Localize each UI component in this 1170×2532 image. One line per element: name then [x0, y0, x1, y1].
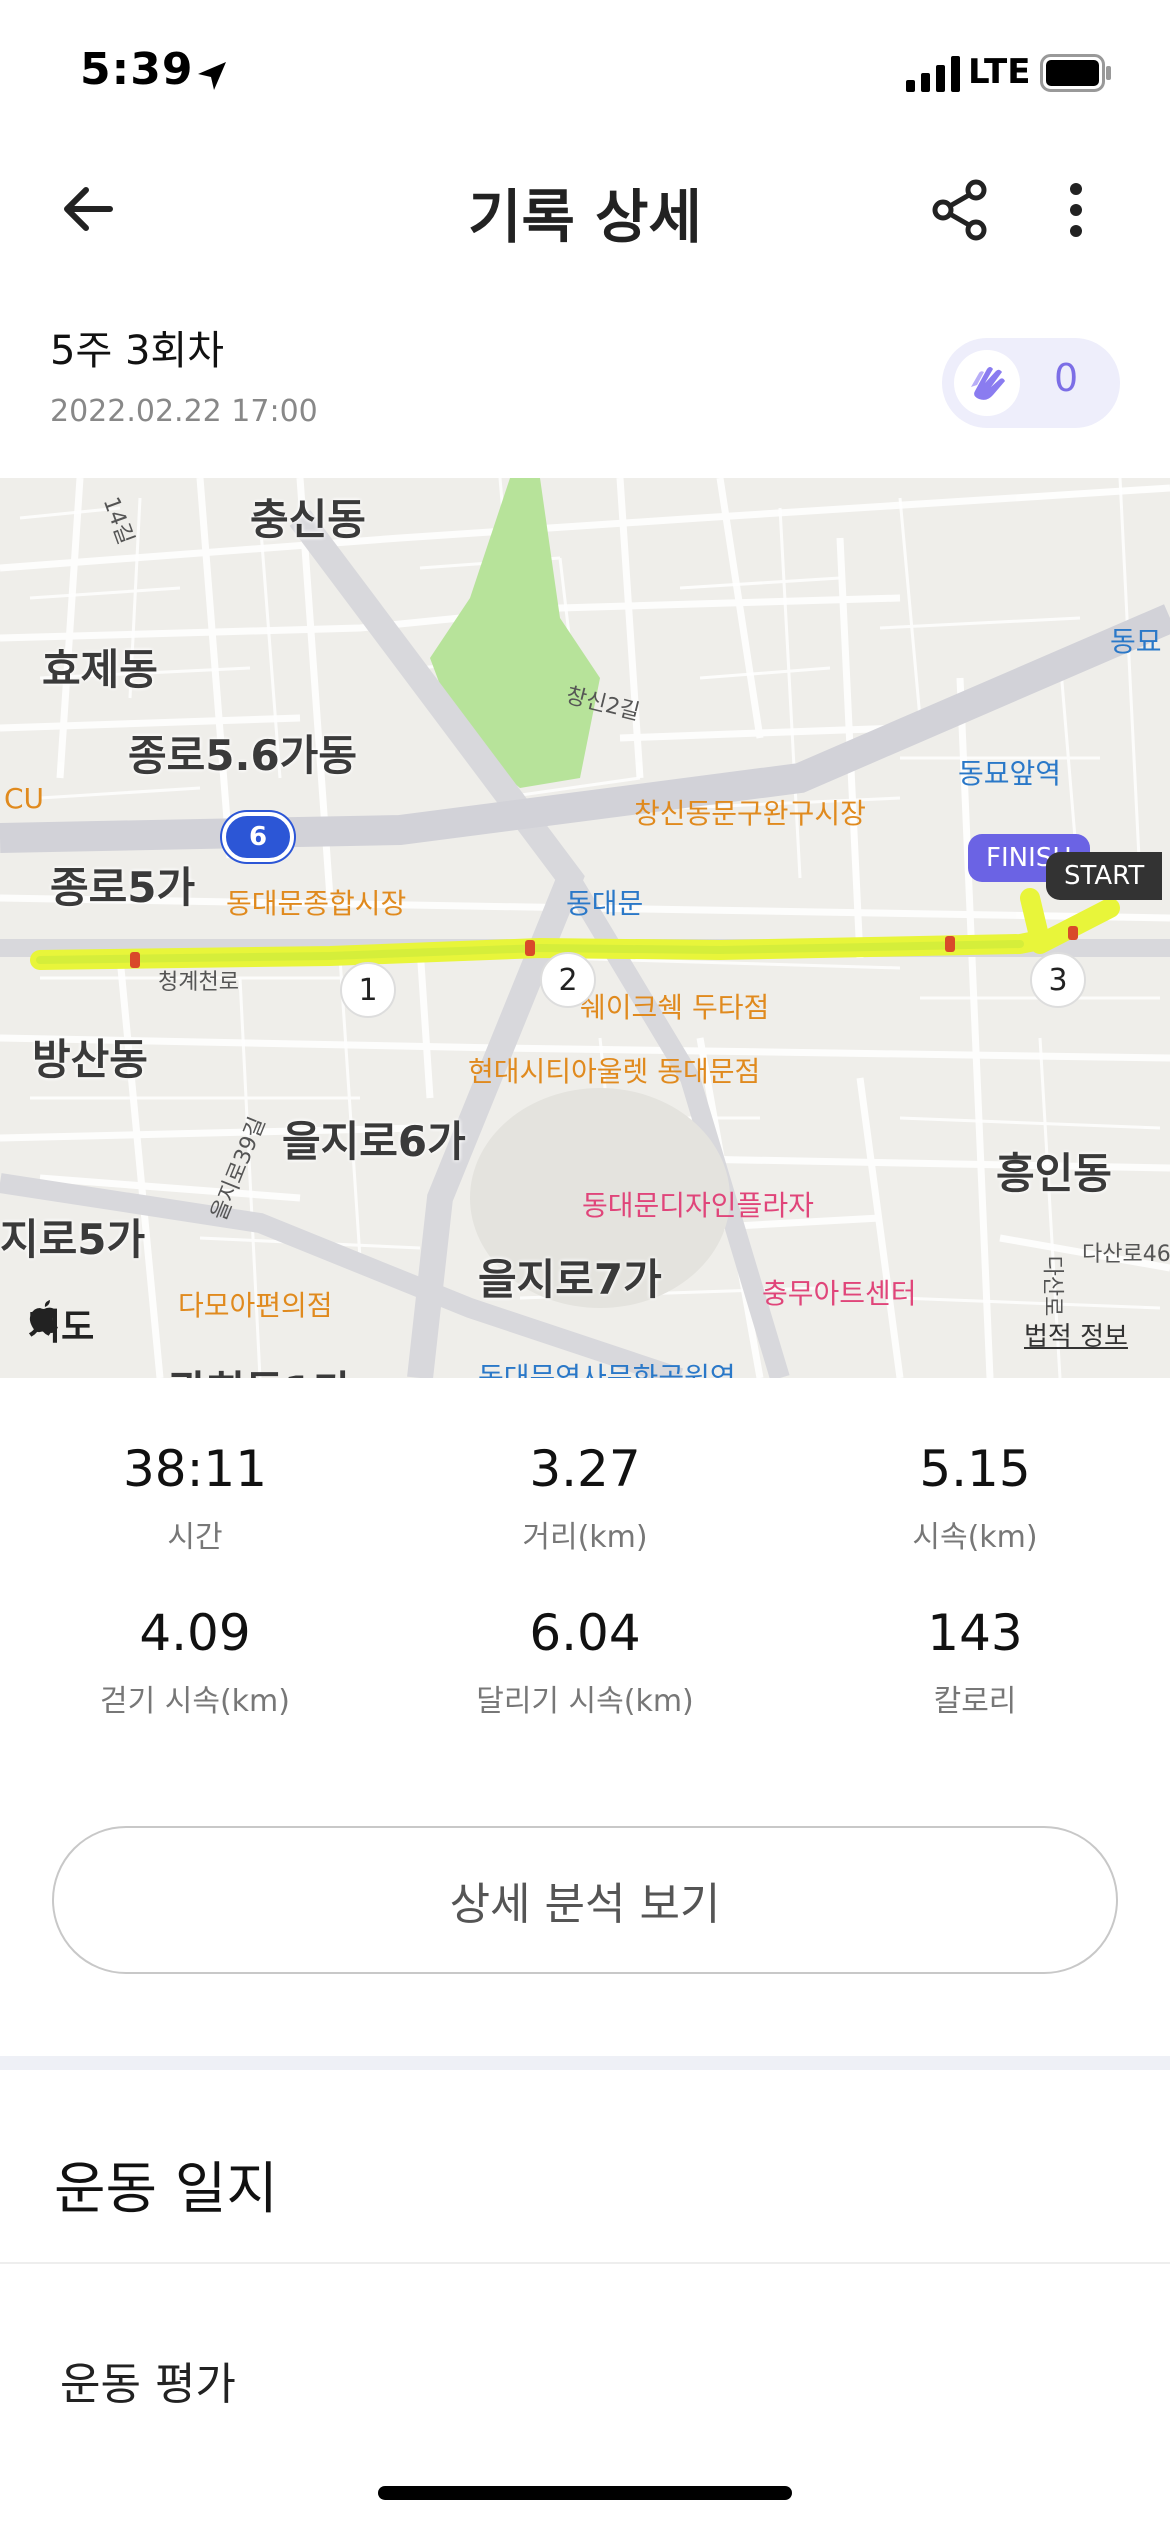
start-tag: START	[1046, 852, 1163, 900]
lap-marker-3[interactable]: 3	[1030, 952, 1086, 1008]
more-options-button[interactable]	[1046, 172, 1106, 248]
map-label-euljiro7: 을지로7가	[478, 1255, 662, 1304]
map-poi-dongmyo-edge: 동묘	[1110, 625, 1162, 658]
clap-count: 0	[1054, 356, 1079, 400]
map-poi-cu: CU	[4, 782, 45, 815]
stat-calories: 143 칼로리	[780, 1604, 1170, 1720]
stat-distance: 3.27 거리(km)	[390, 1440, 780, 1556]
map-poi-market: 동대문종합시장	[226, 887, 407, 920]
map-label-jiro5: 지로5가	[0, 1215, 146, 1264]
section-divider	[0, 2056, 1170, 2070]
map-poi-history-park: 동대문역사문화공원역	[478, 1361, 736, 1378]
map-background	[0, 478, 1170, 1378]
stat-label: 걷기 시속(km)	[100, 1684, 290, 1719]
home-indicator[interactable]	[378, 2486, 792, 2500]
legal-link[interactable]: 법적 정보	[1024, 1316, 1128, 1353]
stat-value: 3.27	[529, 1440, 641, 1498]
stat-run-speed: 6.04 달리기 시속(km)	[390, 1604, 780, 1720]
workout-evaluation-title: 운동 평가	[60, 2359, 236, 2410]
clap-icon-wrapper	[954, 350, 1020, 416]
maps-logo: 지도	[28, 1298, 94, 1350]
map-poi-damoa: 다모아편의점	[178, 1289, 333, 1322]
share-icon	[932, 179, 987, 241]
map-label-euljiro6: 을지로6가	[282, 1117, 466, 1166]
stat-label: 거리(km)	[522, 1520, 648, 1555]
top-app-bar: 기록 상세	[0, 150, 1170, 270]
map-poi-shakeshack: 쉐이크쉑 두타점	[580, 991, 770, 1024]
clap-hands-icon	[971, 367, 1005, 400]
status-bar: 5:39 LTE	[0, 0, 1170, 150]
map-road-cheonggye: 청계천로	[158, 970, 239, 995]
map-label-jongno5: 종로5가	[50, 863, 196, 912]
subway-line-6-badge: 6	[222, 812, 294, 862]
battery-icon	[1040, 54, 1111, 92]
stat-label: 달리기 시속(km)	[476, 1684, 694, 1719]
subway-line-number: 6	[248, 822, 268, 852]
route-map[interactable]: 충신동 효제동 종로5.6가동 종로5가 방산동 을지로6가 을지로7가 지로5…	[0, 478, 1170, 1378]
share-button[interactable]	[922, 172, 998, 248]
map-poi-hyundai: 현대시티아울렛 동대문점	[468, 1055, 761, 1088]
stat-value: 5.15	[919, 1440, 1031, 1498]
apple-logo-icon	[29, 1300, 58, 1333]
stat-label: 시속(km)	[912, 1520, 1038, 1555]
map-poi-changsin-market: 창신동문구완구시장	[634, 797, 866, 830]
map-poi-chungmu: 충무아트센터	[762, 1277, 917, 1310]
lap-marker-label: 3	[1048, 962, 1068, 998]
stat-value: 4.09	[139, 1604, 251, 1662]
session-date: 2022.02.22 17:00	[50, 394, 318, 429]
stat-walk-speed: 4.09 걷기 시속(km)	[0, 1604, 390, 1720]
lap-marker-1[interactable]: 1	[340, 962, 396, 1018]
more-vertical-icon	[1070, 183, 1082, 237]
map-label-hyoje: 효제동	[42, 645, 158, 694]
stat-label: 칼로리	[933, 1684, 1017, 1719]
divider	[0, 2262, 1170, 2264]
status-time: 5:39	[80, 44, 194, 95]
map-label-chungsin: 충신동	[250, 495, 366, 544]
journal-title: 운동 일지	[54, 2157, 278, 2222]
location-arrow-icon	[198, 62, 226, 90]
map-label-bangsan: 방산동	[32, 1035, 148, 1084]
map-label-bottom: 광희동1가	[168, 1358, 352, 1378]
map-road-dasanro46: 다산로46	[1082, 1242, 1170, 1267]
lap-marker-label: 2	[558, 962, 578, 998]
stat-value: 143	[927, 1604, 1023, 1662]
session-title: 5주 3회차	[50, 328, 225, 374]
stat-value: 38:11	[122, 1440, 268, 1498]
lap-marker-label: 1	[358, 972, 378, 1008]
stat-speed: 5.15 시속(km)	[780, 1440, 1170, 1556]
stat-label: 시간	[167, 1520, 223, 1555]
map-label-heungin: 흥인동	[996, 1149, 1112, 1198]
cellular-signal-icon	[906, 56, 960, 92]
lap-marker-2[interactable]: 2	[540, 952, 596, 1008]
stat-time: 38:11 시간	[0, 1440, 390, 1556]
map-poi-dongmyo: 동묘앞역	[958, 757, 1062, 790]
map-road-dasanro: 다산로	[1039, 1255, 1065, 1317]
stat-value: 6.04	[529, 1604, 641, 1662]
clap-button[interactable]: 0	[942, 338, 1120, 428]
map-poi-ddp: 동대문디자인플라자	[582, 1189, 814, 1222]
detail-analysis-button[interactable]: 상세 분석 보기	[52, 1826, 1118, 1974]
carrier-label: LTE	[968, 52, 1031, 92]
map-label-jongno56: 종로5.6가동	[128, 731, 357, 780]
map-poi-dongdaemun-station: 동대문	[566, 887, 644, 920]
